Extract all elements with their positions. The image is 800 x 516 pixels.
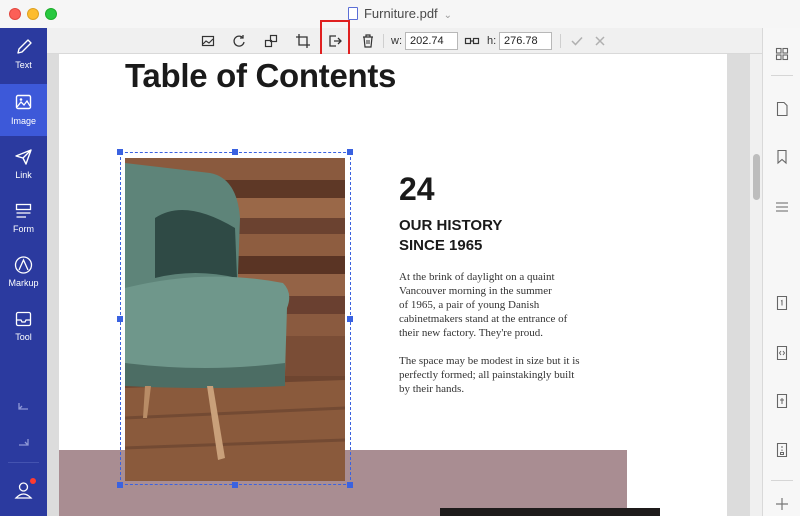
paragraph-line: their new factory. They're proud. bbox=[399, 327, 544, 339]
pdf-file-icon bbox=[347, 7, 358, 20]
page-number-icon[interactable] bbox=[773, 294, 791, 312]
replace-image-icon[interactable] bbox=[261, 31, 281, 51]
undo-icon[interactable] bbox=[0, 393, 47, 419]
paragraph-line: The space may be modest in size but it i… bbox=[399, 355, 580, 367]
sidebar-item-label: Markup bbox=[8, 278, 39, 288]
resize-handle[interactable] bbox=[117, 316, 123, 322]
cancel-x-icon[interactable] bbox=[590, 31, 610, 51]
panel-divider bbox=[771, 480, 793, 481]
sidebar-item-tool[interactable]: Tool bbox=[0, 300, 47, 352]
image-selection-box[interactable] bbox=[120, 152, 351, 485]
resize-handle[interactable] bbox=[117, 149, 123, 155]
panel-divider bbox=[771, 75, 793, 76]
window-title[interactable]: Furniture.pdf ⌄ bbox=[0, 6, 800, 21]
page-number-heading[interactable]: 24 bbox=[399, 171, 435, 208]
thumbnails-icon[interactable] bbox=[773, 45, 791, 63]
paragraph-line: Vancouver morning in the summer bbox=[399, 285, 552, 297]
image-icon bbox=[15, 94, 32, 110]
app-window: Furniture.pdf ⌄ Text Image Link Form Mar… bbox=[0, 0, 800, 516]
right-panel bbox=[762, 28, 800, 516]
outline-icon[interactable] bbox=[773, 198, 791, 216]
section-heading-line: SINCE 1965 bbox=[399, 237, 483, 254]
redo-icon[interactable] bbox=[0, 429, 47, 455]
resize-handle[interactable] bbox=[347, 482, 353, 488]
markup-icon bbox=[14, 256, 33, 274]
toolbar-separator bbox=[560, 34, 561, 48]
sidebar-divider bbox=[8, 462, 39, 463]
account-icon[interactable] bbox=[0, 478, 47, 504]
resize-handle[interactable] bbox=[232, 482, 238, 488]
height-input[interactable] bbox=[499, 32, 552, 50]
compress-icon[interactable] bbox=[773, 441, 791, 459]
sidebar-item-link[interactable]: Link bbox=[0, 138, 47, 190]
page-title[interactable]: Table of Contents bbox=[125, 57, 396, 95]
resize-handle[interactable] bbox=[117, 482, 123, 488]
sidebar-item-form[interactable]: Form bbox=[0, 192, 47, 244]
add-icon[interactable] bbox=[773, 495, 791, 513]
decorative-dark-block bbox=[440, 508, 660, 516]
vertical-scrollbar[interactable] bbox=[750, 54, 762, 516]
sidebar-item-markup[interactable]: Markup bbox=[0, 246, 47, 298]
sidebar-item-text[interactable]: Text bbox=[0, 28, 47, 80]
paragraph-line: by their hands. bbox=[399, 383, 465, 395]
window-title-text: Furniture.pdf bbox=[363, 6, 438, 21]
chevron-down-icon: ⌄ bbox=[443, 10, 453, 21]
resize-handle[interactable] bbox=[347, 316, 353, 322]
delete-icon[interactable] bbox=[358, 31, 378, 51]
rotate-icon[interactable] bbox=[229, 31, 249, 51]
title-bar: Furniture.pdf ⌄ bbox=[0, 0, 800, 28]
sidebar-item-label: Tool bbox=[15, 332, 32, 342]
sidebar-item-image[interactable]: Image bbox=[0, 84, 47, 136]
scrollbar-thumb[interactable] bbox=[753, 154, 760, 200]
width-label: w: bbox=[391, 35, 402, 47]
toolbox-icon bbox=[15, 311, 32, 327]
pen-icon bbox=[17, 39, 32, 54]
pdf-page[interactable]: Table of Contents 24 OUR HISTORY SINCE 1… bbox=[59, 54, 727, 516]
sidebar-item-label: Link bbox=[15, 170, 32, 180]
document-viewport[interactable]: Table of Contents 24 OUR HISTORY SINCE 1… bbox=[47, 54, 762, 516]
sidebar-item-label: Form bbox=[13, 224, 34, 234]
sidebar-item-label: Image bbox=[10, 116, 36, 126]
crop-icon[interactable] bbox=[293, 31, 313, 51]
embed-icon[interactable] bbox=[773, 344, 791, 362]
add-image-icon[interactable] bbox=[198, 31, 218, 51]
section-heading[interactable]: OUR HISTORY SINCE 1965 bbox=[399, 216, 599, 256]
resize-handle[interactable] bbox=[347, 149, 353, 155]
link-send-icon bbox=[15, 149, 32, 165]
body-paragraph[interactable]: The space may be modest in size but it i… bbox=[399, 354, 589, 396]
page-icon[interactable] bbox=[773, 100, 791, 118]
bookmark-icon[interactable] bbox=[773, 148, 791, 166]
body-paragraph[interactable]: At the brink of daylight on a quaint Van… bbox=[399, 270, 589, 340]
paragraph-line: of 1965, a pair of young Danish bbox=[399, 299, 540, 311]
paragraph-line: cabinetmakers stand at the entrance of bbox=[399, 313, 568, 325]
section-heading-line: OUR HISTORY bbox=[399, 217, 503, 234]
paragraph-line: perfectly formed; all painstakingly buil… bbox=[399, 369, 575, 381]
form-icon bbox=[15, 203, 32, 218]
resize-handle[interactable] bbox=[232, 149, 238, 155]
paragraph-line: At the brink of daylight on a quaint bbox=[399, 271, 555, 283]
sidebar-item-label: Text bbox=[15, 60, 32, 70]
image-edit-toolbar: w: h: bbox=[47, 20, 762, 56]
attachment-icon[interactable] bbox=[773, 392, 791, 410]
lock-ratio-icon[interactable] bbox=[462, 31, 482, 51]
left-sidebar: Text Image Link Form Markup Tool bbox=[0, 28, 47, 516]
toolbar-separator bbox=[383, 34, 384, 48]
confirm-check-icon[interactable] bbox=[567, 31, 587, 51]
extract-image-icon[interactable] bbox=[325, 31, 345, 51]
width-input[interactable] bbox=[405, 32, 458, 50]
height-label: h: bbox=[487, 35, 497, 47]
